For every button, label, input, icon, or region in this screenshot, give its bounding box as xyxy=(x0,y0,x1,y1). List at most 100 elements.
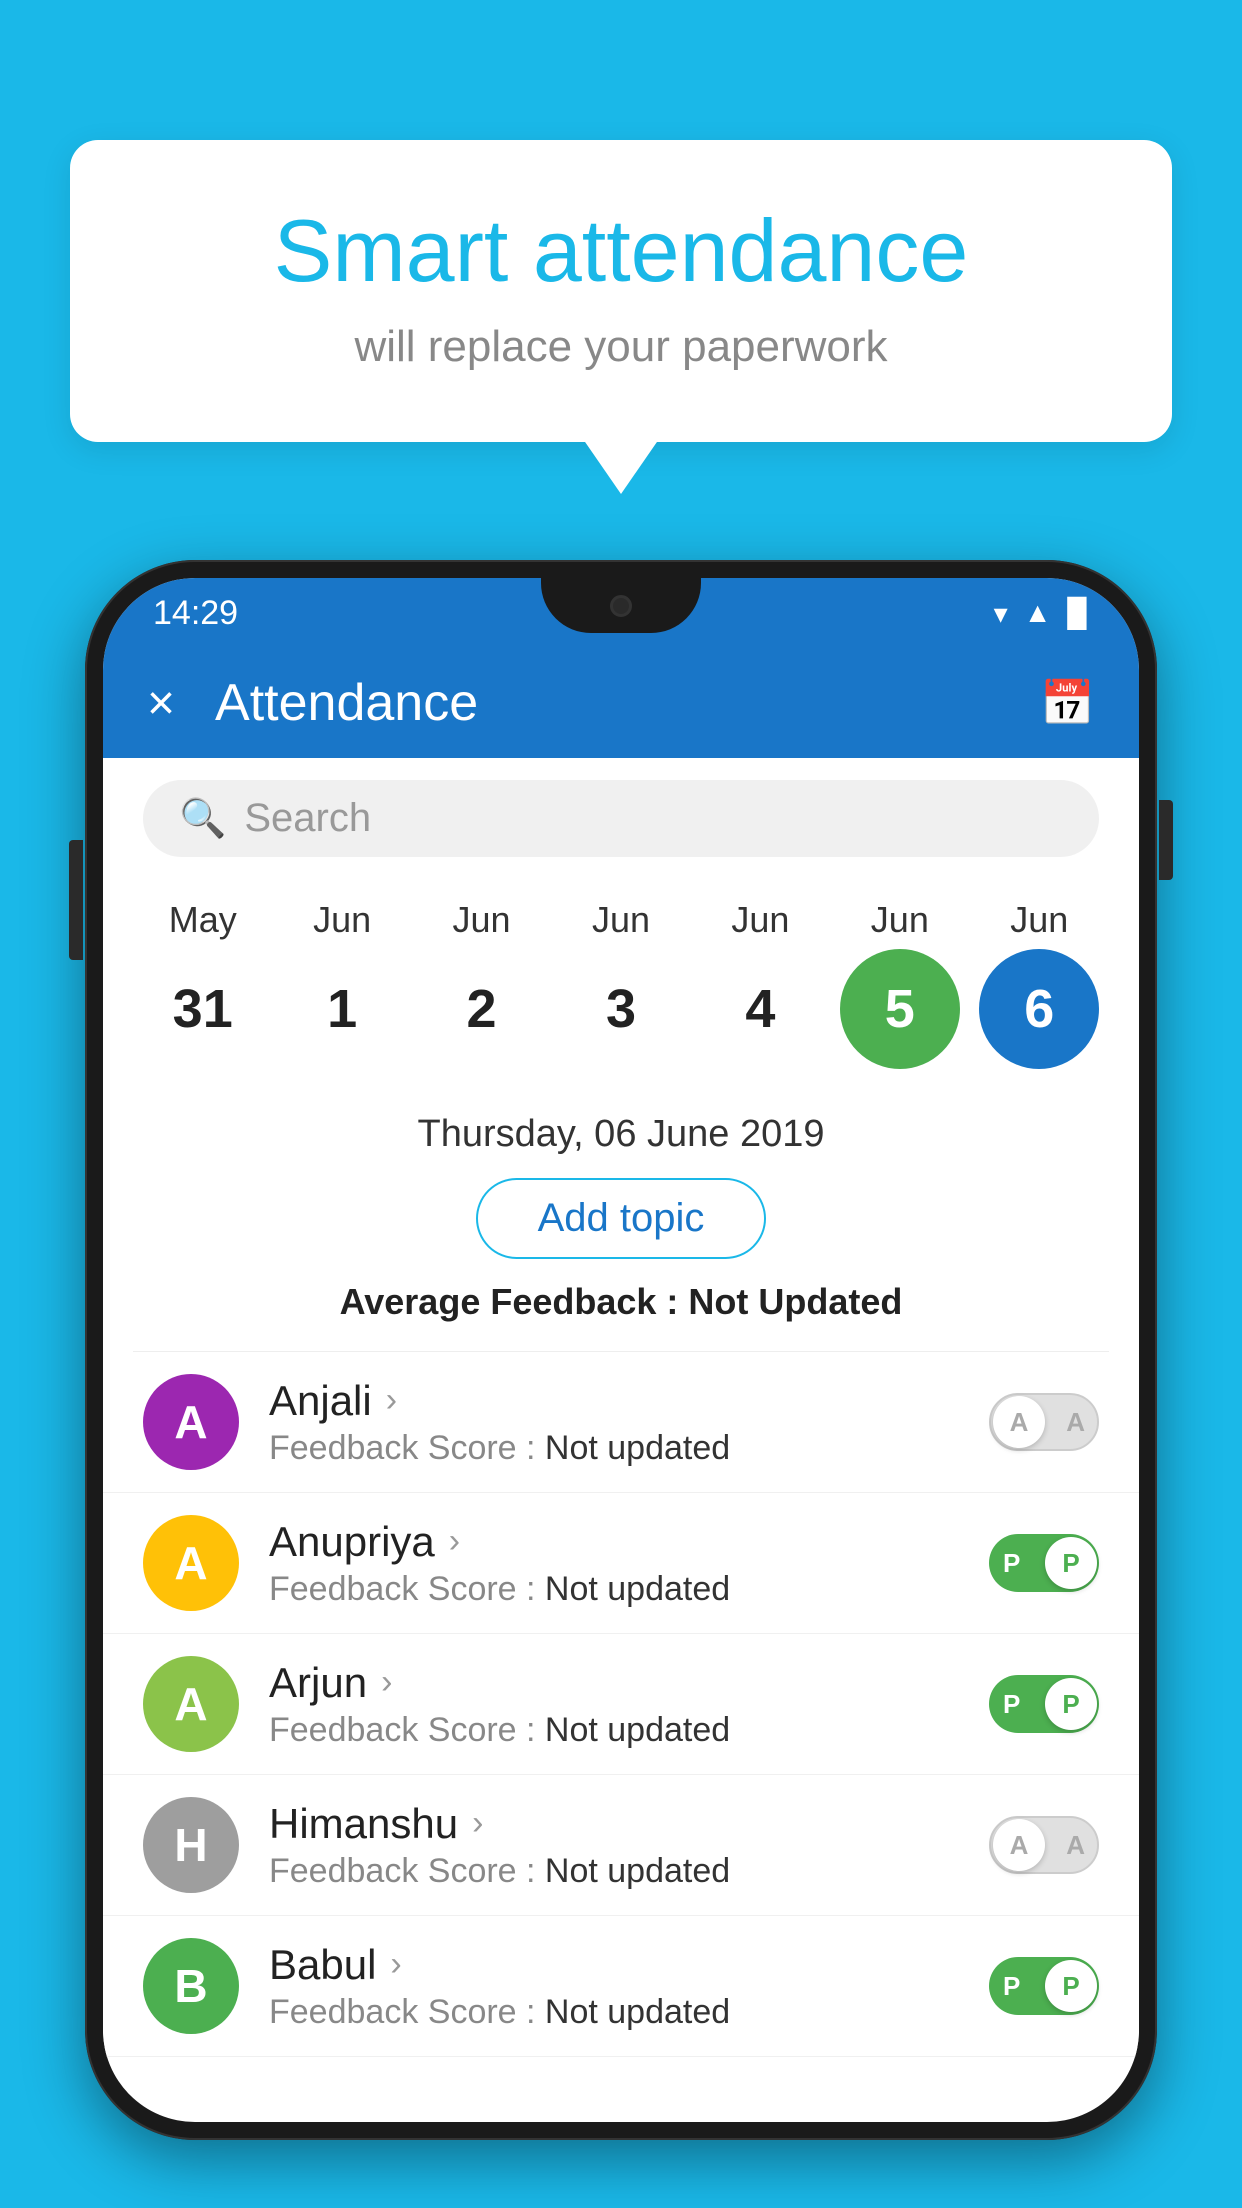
notch xyxy=(541,578,701,633)
student-name[interactable]: Anjali › xyxy=(269,1377,989,1425)
date-month: Jun xyxy=(272,899,411,941)
attendance-toggle[interactable]: PP xyxy=(989,1534,1099,1592)
date-day-item[interactable]: 6 xyxy=(979,949,1099,1069)
signal-icon: ▲ xyxy=(1024,597,1052,629)
attendance-toggle[interactable]: PP xyxy=(989,1675,1099,1733)
student-feedback: Feedback Score : Not updated xyxy=(269,1852,989,1891)
phone-screen: 14:29 ▾ ▲ ▉ × Attendance 📅 🔍 Search xyxy=(103,578,1139,2122)
avg-feedback: Average Feedback : Not Updated xyxy=(103,1281,1139,1337)
bubble-title: Smart attendance xyxy=(150,200,1092,302)
calendar-icon[interactable]: 📅 xyxy=(1040,677,1095,729)
battery-icon: ▉ xyxy=(1067,597,1089,630)
status-bar: 14:29 ▾ ▲ ▉ xyxy=(103,578,1139,648)
student-item: HHimanshu ›Feedback Score : Not updatedA… xyxy=(103,1775,1139,1916)
toggle-label: A xyxy=(1066,1830,1085,1861)
student-avatar: A xyxy=(143,1515,239,1611)
toggle-knob: A xyxy=(993,1819,1045,1871)
student-info: Anupriya ›Feedback Score : Not updated xyxy=(269,1518,989,1609)
date-month: Jun xyxy=(970,899,1109,941)
student-info: Babul › Feedback Score : Not updated xyxy=(269,1941,989,2032)
toggle-label: P xyxy=(1003,1971,1020,2002)
student-item: AAnjali ›Feedback Score : Not updatedAA xyxy=(103,1352,1139,1493)
feedback-value: Not updated xyxy=(545,1570,730,1608)
feedback-value: Not updated xyxy=(545,1993,730,2031)
toggle-label: P xyxy=(1003,1548,1020,1579)
search-container: 🔍 Search xyxy=(103,758,1139,879)
toggle-label: A xyxy=(1066,1407,1085,1438)
date-month: Jun xyxy=(412,899,551,941)
date-number: 3 xyxy=(561,949,681,1069)
date-day-item[interactable]: 2 xyxy=(422,949,542,1069)
bubble-subtitle: will replace your paperwork xyxy=(150,322,1092,372)
student-list: AAnjali ›Feedback Score : Not updatedAAA… xyxy=(103,1352,1139,2057)
date-day-item[interactable]: 5 xyxy=(840,949,960,1069)
toggle-knob: P xyxy=(1045,1678,1097,1730)
student-item: AArjun ›Feedback Score : Not updatedPP xyxy=(103,1634,1139,1775)
student-item: AAnupriya ›Feedback Score : Not updatedP… xyxy=(103,1493,1139,1634)
date-month: Jun xyxy=(551,899,690,941)
app-title: Attendance xyxy=(215,673,1040,733)
date-picker: MayJunJunJunJunJunJun 31123456 xyxy=(103,879,1139,1091)
attendance-toggle[interactable]: PP xyxy=(989,1957,1099,2015)
app-bar: × Attendance 📅 xyxy=(103,648,1139,758)
search-placeholder: Search xyxy=(244,796,371,841)
date-month: May xyxy=(133,899,272,941)
speech-bubble-container: Smart attendance will replace your paper… xyxy=(70,140,1172,442)
student-avatar: A xyxy=(143,1374,239,1470)
student-feedback: Feedback Score : Not updated xyxy=(269,1711,989,1750)
student-name[interactable]: Babul › xyxy=(269,1941,989,1989)
phone-outer: 14:29 ▾ ▲ ▉ × Attendance 📅 🔍 Search xyxy=(85,560,1157,2140)
chevron-icon: › xyxy=(449,1522,460,1561)
toggle-knob: A xyxy=(993,1396,1045,1448)
search-bar[interactable]: 🔍 Search xyxy=(143,780,1099,857)
toggle-knob: P xyxy=(1045,1537,1097,1589)
days-row: 31123456 xyxy=(133,949,1109,1069)
chevron-icon: › xyxy=(390,1945,401,1984)
camera xyxy=(610,595,632,617)
date-day-item[interactable]: 4 xyxy=(700,949,820,1069)
search-icon: 🔍 xyxy=(179,797,226,841)
student-feedback: Feedback Score : Not updated xyxy=(269,1429,989,1468)
speech-bubble: Smart attendance will replace your paper… xyxy=(70,140,1172,442)
student-name[interactable]: Himanshu › xyxy=(269,1800,989,1848)
student-avatar: B xyxy=(143,1938,239,2034)
date-number: 2 xyxy=(422,949,542,1069)
add-topic-button[interactable]: Add topic xyxy=(476,1178,767,1259)
feedback-value: Not updated xyxy=(545,1429,730,1467)
student-info: Himanshu › Feedback Score : Not updated xyxy=(269,1800,989,1891)
close-button[interactable]: × xyxy=(147,676,175,731)
status-icons: ▾ ▲ ▉ xyxy=(994,597,1089,630)
date-number: 31 xyxy=(143,949,263,1069)
months-row: MayJunJunJunJunJunJun xyxy=(133,899,1109,941)
student-avatar: A xyxy=(143,1656,239,1752)
date-day-item[interactable]: 31 xyxy=(143,949,263,1069)
toggle-label: P xyxy=(1003,1689,1020,1720)
chevron-icon: › xyxy=(381,1663,392,1702)
phone-frame: 14:29 ▾ ▲ ▉ × Attendance 📅 🔍 Search xyxy=(85,560,1157,2208)
student-name[interactable]: Arjun › xyxy=(269,1659,989,1707)
wifi-icon: ▾ xyxy=(994,597,1008,630)
student-feedback: Feedback Score : Not updated xyxy=(269,1993,989,2032)
feedback-value: Not updated xyxy=(545,1852,730,1890)
chevron-icon: › xyxy=(472,1804,483,1843)
date-number: 1 xyxy=(282,949,402,1069)
date-month: Jun xyxy=(691,899,830,941)
selected-date-label: Thursday, 06 June 2019 xyxy=(103,1113,1139,1156)
avg-feedback-value: Not Updated xyxy=(688,1281,902,1322)
date-month: Jun xyxy=(830,899,969,941)
date-number: 6 xyxy=(979,949,1099,1069)
attendance-toggle[interactable]: AA xyxy=(989,1816,1099,1874)
date-info: Thursday, 06 June 2019 Add topic Average… xyxy=(103,1091,1139,1351)
student-info: Anjali › Feedback Score : Not updated xyxy=(269,1377,989,1468)
student-info: Arjun › Feedback Score : Not updated xyxy=(269,1659,989,1750)
status-time: 14:29 xyxy=(153,594,238,633)
date-number: 4 xyxy=(700,949,820,1069)
date-day-item[interactable]: 1 xyxy=(282,949,402,1069)
toggle-knob: P xyxy=(1045,1960,1097,2012)
student-item: BBabul ›Feedback Score : Not updatedPP xyxy=(103,1916,1139,2057)
student-name[interactable]: Anupriya › xyxy=(269,1518,989,1566)
attendance-toggle[interactable]: AA xyxy=(989,1393,1099,1451)
date-number: 5 xyxy=(840,949,960,1069)
feedback-value: Not updated xyxy=(545,1711,730,1749)
date-day-item[interactable]: 3 xyxy=(561,949,681,1069)
